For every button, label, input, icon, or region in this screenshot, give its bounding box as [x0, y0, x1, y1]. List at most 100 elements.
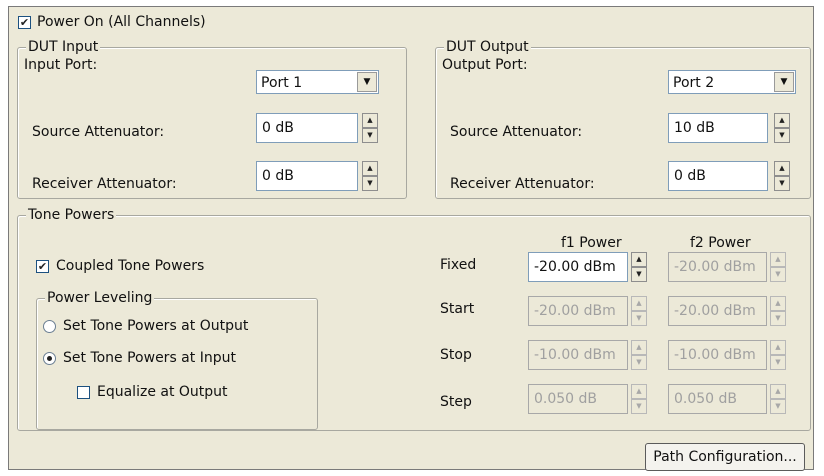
spin-down-icon[interactable]: ▼ — [774, 176, 790, 191]
radio-selected-dot — [47, 356, 52, 361]
input-receiver-attenuator-label: Receiver Attenuator: — [32, 176, 177, 192]
chevron-down-icon[interactable]: ▼ — [774, 72, 794, 92]
fixed-f2-value: -20.00 dBm — [674, 259, 756, 275]
check-icon: ✔ — [37, 260, 48, 273]
spin-up-icon[interactable]: ▲ — [774, 161, 790, 176]
check-icon: ✔ — [19, 16, 30, 29]
spin-down-icon[interactable]: ▼ — [631, 311, 647, 326]
spin-up-icon[interactable]: ▲ — [362, 113, 378, 128]
output-receiver-attenuator-label: Receiver Attenuator: — [450, 176, 595, 192]
coupled-tone-powers-label: Coupled Tone Powers — [56, 258, 205, 274]
spin-up-icon[interactable]: ▲ — [631, 252, 647, 267]
equalize-at-output-label: Equalize at Output — [97, 384, 228, 400]
start-f1-spinner[interactable]: ▲ ▼ — [631, 296, 647, 326]
spin-up-icon[interactable]: ▲ — [774, 113, 790, 128]
output-source-attenuator-spinner[interactable]: ▲ ▼ — [774, 113, 790, 143]
start-f2-value: -20.00 dBm — [674, 303, 756, 319]
stop-f1-spinner[interactable]: ▲ ▼ — [631, 340, 647, 370]
chevron-down-icon[interactable]: ▼ — [357, 72, 377, 92]
spin-down-icon[interactable]: ▼ — [770, 267, 786, 282]
fixed-row-label: Fixed — [440, 257, 477, 273]
spin-up-icon[interactable]: ▲ — [770, 340, 786, 355]
input-source-attenuator-spinner[interactable]: ▲ ▼ — [362, 113, 378, 143]
f1-power-header: f1 Power — [561, 235, 622, 251]
spin-up-icon[interactable]: ▲ — [362, 161, 378, 176]
output-receiver-attenuator-spinner[interactable]: ▲ ▼ — [774, 161, 790, 191]
coupled-tone-powers-checkbox[interactable]: ✔ — [36, 260, 49, 273]
tone-powers-title: Tone Powers — [26, 206, 117, 224]
set-at-input-radio[interactable] — [43, 352, 56, 365]
step-row-label: Step — [440, 394, 472, 410]
stop-f1-field[interactable]: -10.00 dBm — [528, 340, 628, 370]
input-port-value: Port 1 — [261, 75, 303, 91]
dut-output-title: DUT Output — [444, 38, 531, 56]
input-source-attenuator-label: Source Attenuator: — [32, 124, 165, 140]
spin-up-icon[interactable]: ▲ — [631, 340, 647, 355]
input-receiver-attenuator-field[interactable]: 0 dB — [256, 161, 358, 191]
set-at-output-radio[interactable] — [43, 320, 56, 333]
start-row-label: Start — [440, 301, 475, 317]
fixed-f2-spinner[interactable]: ▲ ▼ — [770, 252, 786, 282]
dut-input-title: DUT Input — [26, 38, 101, 56]
power-leveling-title: Power Leveling — [45, 289, 155, 307]
spin-down-icon[interactable]: ▼ — [362, 176, 378, 191]
output-source-attenuator-value: 10 dB — [674, 120, 715, 136]
spin-up-icon[interactable]: ▲ — [770, 296, 786, 311]
spin-down-icon[interactable]: ▼ — [631, 267, 647, 282]
stop-f2-field[interactable]: -10.00 dBm — [668, 340, 767, 370]
step-f1-field[interactable]: 0.050 dB — [528, 384, 628, 414]
input-source-attenuator-value: 0 dB — [262, 120, 294, 136]
path-configuration-button[interactable]: Path Configuration... — [645, 443, 805, 471]
path-settings-dialog: ✔ Power On (All Channels) DUT Input Inpu… — [8, 6, 814, 471]
spin-up-icon[interactable]: ▲ — [770, 384, 786, 399]
dut-input-group: DUT Input Input Port: Port 1 ▼ Source At… — [17, 38, 407, 199]
output-receiver-attenuator-value: 0 dB — [674, 168, 706, 184]
step-f2-spinner[interactable]: ▲ ▼ — [770, 384, 786, 414]
input-source-attenuator-field[interactable]: 0 dB — [256, 113, 358, 143]
fixed-f2-field[interactable]: -20.00 dBm — [668, 252, 767, 282]
spin-down-icon[interactable]: ▼ — [631, 399, 647, 414]
start-f1-value: -20.00 dBm — [534, 303, 616, 319]
output-port-select[interactable]: Port 2 ▼ — [668, 70, 796, 94]
dut-output-group: DUT Output Output Port: Port 2 ▼ Source … — [435, 38, 811, 199]
spin-up-icon[interactable]: ▲ — [770, 252, 786, 267]
power-on-label: Power On (All Channels) — [37, 14, 206, 30]
stop-f1-value: -10.00 dBm — [534, 347, 616, 363]
spin-down-icon[interactable]: ▼ — [774, 128, 790, 143]
output-port-label: Output Port: — [442, 57, 528, 73]
spin-up-icon[interactable]: ▲ — [631, 296, 647, 311]
start-f2-spinner[interactable]: ▲ ▼ — [770, 296, 786, 326]
step-f1-value: 0.050 dB — [534, 391, 598, 407]
f2-power-header: f2 Power — [690, 235, 751, 251]
tone-powers-group: Tone Powers ✔ Coupled Tone Powers Power … — [17, 206, 811, 431]
stop-f2-value: -10.00 dBm — [674, 347, 756, 363]
equalize-at-output-checkbox[interactable] — [77, 386, 90, 399]
spin-down-icon[interactable]: ▼ — [631, 355, 647, 370]
stop-f2-spinner[interactable]: ▲ ▼ — [770, 340, 786, 370]
power-on-checkbox[interactable]: ✔ — [18, 16, 31, 29]
fixed-f1-spinner[interactable]: ▲ ▼ — [631, 252, 647, 282]
output-receiver-attenuator-field[interactable]: 0 dB — [668, 161, 768, 191]
set-at-input-label: Set Tone Powers at Input — [63, 350, 236, 366]
fixed-f1-field[interactable]: -20.00 dBm — [528, 252, 628, 282]
step-f1-spinner[interactable]: ▲ ▼ — [631, 384, 647, 414]
spin-up-icon[interactable]: ▲ — [631, 384, 647, 399]
spin-down-icon[interactable]: ▼ — [770, 355, 786, 370]
input-port-select[interactable]: Port 1 ▼ — [256, 70, 379, 94]
output-port-value: Port 2 — [673, 75, 715, 91]
input-receiver-attenuator-value: 0 dB — [262, 168, 294, 184]
input-port-label: Input Port: — [24, 57, 98, 73]
set-at-output-label: Set Tone Powers at Output — [63, 318, 249, 334]
stop-row-label: Stop — [440, 347, 472, 363]
fixed-f1-value: -20.00 dBm — [534, 259, 616, 275]
start-f2-field[interactable]: -20.00 dBm — [668, 296, 767, 326]
start-f1-field[interactable]: -20.00 dBm — [528, 296, 628, 326]
spin-down-icon[interactable]: ▼ — [362, 128, 378, 143]
power-leveling-group: Power Leveling Set Tone Powers at Output… — [36, 289, 318, 430]
step-f2-field[interactable]: 0.050 dB — [668, 384, 767, 414]
input-receiver-attenuator-spinner[interactable]: ▲ ▼ — [362, 161, 378, 191]
spin-down-icon[interactable]: ▼ — [770, 311, 786, 326]
output-source-attenuator-field[interactable]: 10 dB — [668, 113, 768, 143]
step-f2-value: 0.050 dB — [674, 391, 738, 407]
spin-down-icon[interactable]: ▼ — [770, 399, 786, 414]
